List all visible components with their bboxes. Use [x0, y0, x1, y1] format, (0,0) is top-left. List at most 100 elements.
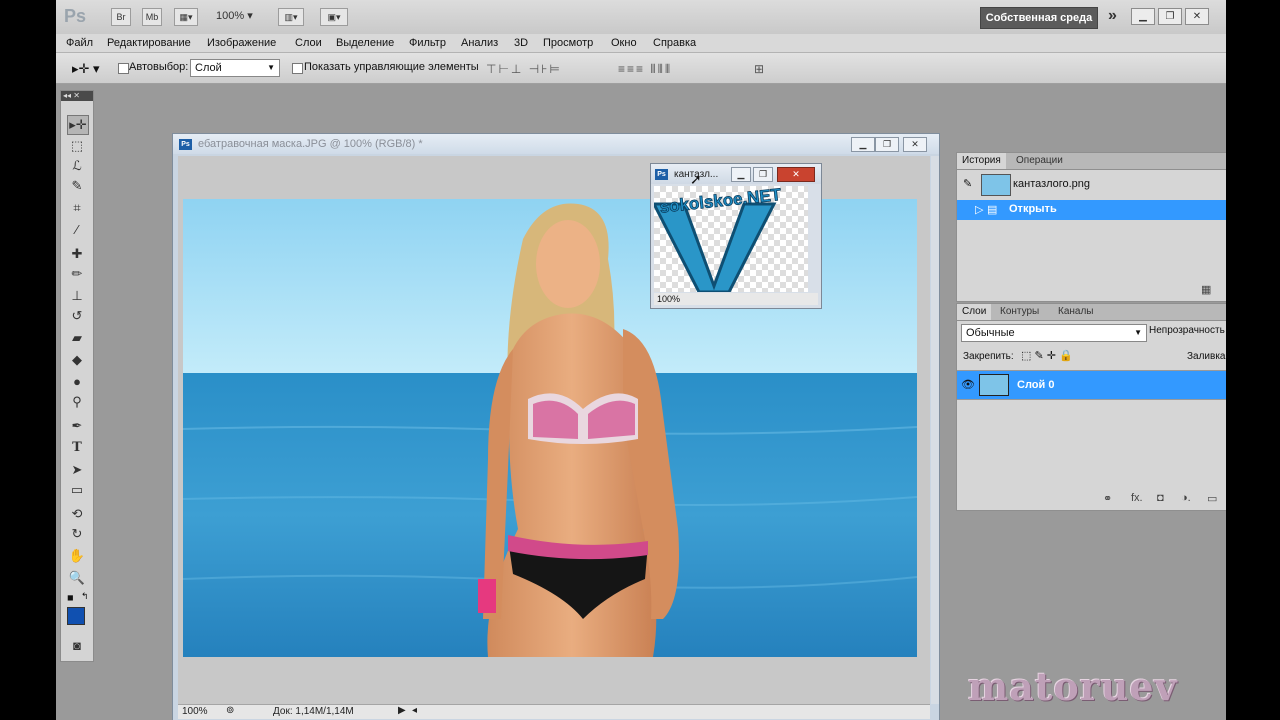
- v-logo-image: sokolskoe.NET: [654, 186, 783, 292]
- more-workspaces-icon[interactable]: »: [1108, 7, 1117, 25]
- screen-mode-button[interactable]: ▣▾: [320, 8, 348, 26]
- menu-file[interactable]: Файл: [66, 37, 93, 49]
- autoselect-checkbox[interactable]: [118, 63, 129, 74]
- history-panel: История Операции ✎ кантазлого.png ▷ ▤ От…: [956, 152, 1226, 302]
- align-icons[interactable]: ⊤⊢⊥ ⊣⊦⊨: [486, 62, 562, 76]
- marquee-tool-icon[interactable]: ⬚: [67, 137, 87, 155]
- ps-doc-icon: Ps: [179, 139, 192, 150]
- floating-minimize-button[interactable]: ▁: [731, 167, 751, 182]
- menu-view[interactable]: Просмотр: [543, 37, 593, 49]
- new-group-icon[interactable]: ▭: [1207, 492, 1217, 505]
- close-button[interactable]: ✕: [1185, 8, 1209, 25]
- swap-colors-icon[interactable]: ↰: [81, 591, 89, 602]
- blend-mode-select[interactable]: Обычные ▼: [961, 324, 1147, 342]
- fx-icon[interactable]: fx.: [1131, 492, 1143, 504]
- tab-history[interactable]: История: [957, 153, 1006, 169]
- tools-panel-header[interactable]: ◂◂ ✕: [61, 91, 93, 101]
- auto-align-icon[interactable]: ⊞: [754, 62, 766, 76]
- status-arrow-icon[interactable]: ▶: [398, 705, 406, 716]
- tab-paths[interactable]: Контуры: [995, 304, 1044, 320]
- eraser-tool-icon[interactable]: ▰: [67, 329, 87, 347]
- photoshop-window: Ps Br Mb ▦▾ 100% ▾ ▥▾ ▣▾ Собственная сре…: [56, 0, 1226, 720]
- layers-panel: Слои Контуры Каналы Обычные ▼ Непрозрачно…: [956, 303, 1226, 511]
- history-snapshot-row[interactable]: ✎ кантазлого.png: [957, 173, 1226, 196]
- status-zoom-icon[interactable]: ⊚: [226, 705, 234, 716]
- zoom-tool-icon[interactable]: 🔍: [67, 569, 87, 587]
- pen-tool-icon[interactable]: ✒: [67, 417, 87, 435]
- path-selection-icon[interactable]: ➤: [67, 461, 87, 479]
- show-controls-checkbox[interactable]: [292, 63, 303, 74]
- lasso-tool-icon[interactable]: ℒ: [67, 157, 87, 175]
- shape-tool-icon[interactable]: ▭: [67, 481, 87, 499]
- paint-bucket-icon[interactable]: ◆: [67, 351, 87, 369]
- status-zoom[interactable]: 100%: [182, 706, 208, 717]
- history-brush-icon[interactable]: ↺: [67, 307, 87, 325]
- adjustment-layer-icon[interactable]: ◑.: [1181, 492, 1191, 504]
- link-layers-icon[interactable]: ⚭: [1103, 492, 1112, 505]
- quick-selection-icon[interactable]: ✎: [67, 177, 87, 195]
- eye-icon[interactable]: 👁: [961, 378, 975, 391]
- dodge-tool-icon[interactable]: ⚲: [67, 393, 87, 411]
- distribute-icons[interactable]: ≡≡≡ ⦀⦀⦀: [618, 62, 672, 77]
- doc-close-button[interactable]: ✕: [903, 137, 927, 152]
- floating-zoom[interactable]: 100%: [657, 293, 680, 305]
- menu-3d[interactable]: 3D: [514, 37, 528, 49]
- floating-close-button[interactable]: ✕: [777, 167, 815, 182]
- menu-image[interactable]: Изображение: [207, 37, 276, 49]
- eyedropper-icon[interactable]: ⁄: [67, 221, 87, 239]
- layer-name: Слой 0: [1017, 379, 1055, 391]
- quick-mask-icon[interactable]: ◙: [67, 637, 87, 655]
- bridge-button[interactable]: Br: [111, 8, 131, 26]
- tab-channels[interactable]: Каналы: [1053, 304, 1099, 320]
- healing-brush-icon[interactable]: ✚: [67, 245, 87, 263]
- zoom-dropdown[interactable]: 100% ▾: [216, 9, 253, 22]
- layer-row[interactable]: 👁 Слой 0: [957, 370, 1226, 400]
- default-colors-icon[interactable]: ◼: [67, 593, 74, 602]
- restore-button[interactable]: ❐: [1158, 8, 1182, 25]
- history-new-snapshot-icon[interactable]: ▦: [1201, 283, 1211, 296]
- document-title: ебатравочная маска.JPG @ 100% (RGB/8) *: [198, 138, 423, 150]
- menu-select[interactable]: Выделение: [336, 37, 394, 49]
- menu-window[interactable]: Окно: [611, 37, 637, 49]
- foreground-color-swatch[interactable]: [67, 607, 85, 625]
- menu-help[interactable]: Справка: [653, 37, 696, 49]
- status-doc-info: Док: 1,14M/1,14M: [273, 706, 354, 717]
- document-icon: ▤: [987, 204, 998, 216]
- mini-bridge-button[interactable]: Mb: [142, 8, 162, 26]
- clone-stamp-icon[interactable]: ⊥: [67, 287, 87, 305]
- workspace-button[interactable]: Собственная среда: [980, 7, 1098, 29]
- floating-titlebar: Ps кантазл... ▁ ❐ ✕: [651, 164, 821, 184]
- history-state-open[interactable]: ▷ ▤ Открыть: [957, 200, 1226, 220]
- add-mask-icon[interactable]: ◘: [1157, 492, 1164, 504]
- doc-maximize-button[interactable]: ❐: [875, 137, 899, 152]
- menu-layers[interactable]: Слои: [295, 37, 322, 49]
- blur-tool-icon[interactable]: ●: [67, 373, 87, 391]
- snapshot-label: кантазлого.png: [1013, 178, 1091, 190]
- menu-analysis[interactable]: Анализ: [461, 37, 498, 49]
- 3d-rotate-icon[interactable]: ⟲: [67, 505, 87, 523]
- autoselect-select[interactable]: Слой ▼: [190, 59, 280, 77]
- tools-panel: ◂◂ ✕ ▸✛ ⬚ ℒ ✎ ⌗ ⁄ ✚ ✏ ⊥ ↺ ▰ ◆ ● ⚲ ✒ T ➤ …: [60, 90, 94, 662]
- hand-tool-icon[interactable]: ✋: [67, 547, 87, 565]
- lock-icons[interactable]: ⬚ ✎ ✛ 🔒: [1021, 349, 1073, 362]
- doc-minimize-button[interactable]: ▁: [851, 137, 875, 152]
- menu-edit[interactable]: Редактирование: [107, 37, 191, 49]
- tab-layers[interactable]: Слои: [957, 304, 992, 320]
- view-extras-button[interactable]: ▦▾: [174, 8, 198, 26]
- minimize-button[interactable]: ▁: [1131, 8, 1155, 25]
- menu-filter[interactable]: Фильтр: [409, 37, 446, 49]
- history-brush-source-icon[interactable]: ✎: [963, 177, 972, 190]
- tab-actions[interactable]: Операции: [1011, 153, 1068, 169]
- application-bar: Ps Br Mb ▦▾ 100% ▾ ▥▾ ▣▾ Собственная сре…: [56, 0, 1226, 35]
- move-tool-icon[interactable]: ▸✛: [67, 115, 89, 135]
- move-tool-preset-icon[interactable]: ▸✛ ▾: [72, 61, 100, 77]
- brush-tool-icon[interactable]: ✏: [67, 265, 87, 283]
- arrange-documents-button[interactable]: ▥▾: [278, 8, 304, 26]
- hscroll-left-icon[interactable]: ◂: [412, 705, 417, 716]
- type-tool-icon[interactable]: T: [67, 439, 87, 457]
- floating-maximize-button[interactable]: ❐: [753, 167, 773, 182]
- 3d-orbit-icon[interactable]: ↻: [67, 525, 87, 543]
- vertical-scrollbar[interactable]: [931, 156, 939, 704]
- crop-tool-icon[interactable]: ⌗: [67, 199, 87, 217]
- transparent-canvas[interactable]: sokolskoe.NET: [654, 186, 808, 292]
